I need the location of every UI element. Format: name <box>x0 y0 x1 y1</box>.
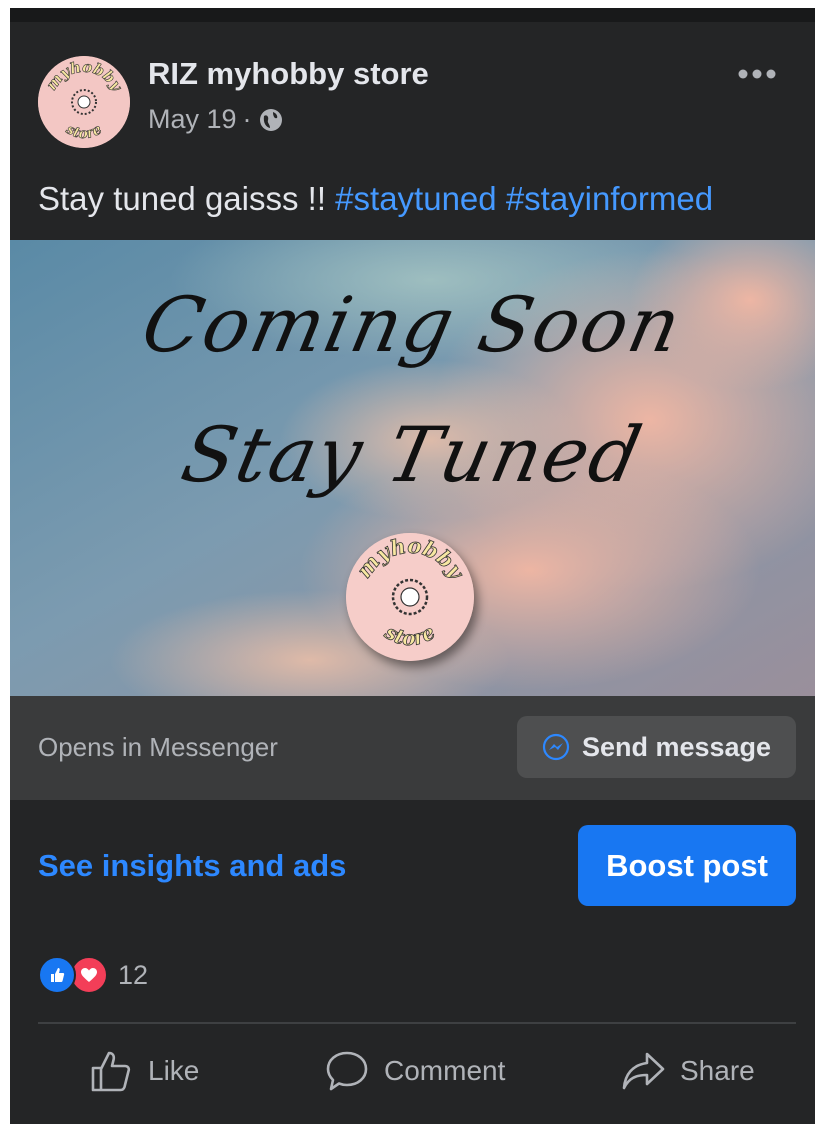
comment-label: Comment <box>384 1055 506 1086</box>
more-options-icon[interactable] <box>733 62 781 86</box>
reaction-count: 12 <box>118 959 149 990</box>
post-caption: Stay tuned gaisss !! #staytuned #stayinf… <box>38 180 713 218</box>
image-text-coming-soon: Coming Soon <box>134 280 691 369</box>
see-insights-link[interactable]: See insights and ads <box>38 848 346 884</box>
caption-text: Stay tuned gaisss !! <box>38 180 336 217</box>
meta-separator: · <box>242 104 252 134</box>
boost-post-button[interactable]: Boost post <box>578 825 796 906</box>
post-date[interactable]: May 19 <box>148 104 237 135</box>
post-card: myhobby store RIZ myhobby store May 19 ·… <box>10 8 815 1124</box>
post-image[interactable]: Coming Soon Stay Tuned myhobby store <box>10 240 815 696</box>
share-label: Share <box>680 1055 755 1086</box>
send-message-label: Send message <box>581 731 772 762</box>
comment-icon <box>326 1051 368 1091</box>
top-strip <box>10 8 815 22</box>
comment-button[interactable]: Comment <box>324 1048 505 1094</box>
opens-in-messenger-label: Opens in Messenger <box>38 732 278 762</box>
like-label: Like <box>148 1055 200 1086</box>
share-button[interactable]: Share <box>620 1048 755 1094</box>
like-reaction-icon <box>38 956 76 994</box>
image-text-stay-tuned: Stay Tuned <box>174 410 651 499</box>
thumbs-up-icon <box>91 1051 131 1092</box>
post-meta: May 19 · <box>148 104 284 135</box>
share-icon <box>622 1052 665 1090</box>
messenger-icon <box>542 733 570 761</box>
hashtag-stayinformed[interactable]: #stayinformed <box>506 180 713 217</box>
page-avatar[interactable]: myhobby store <box>38 56 130 148</box>
post-action-bar: Like Comment Share <box>10 1048 815 1100</box>
reactions-summary[interactable]: 12 <box>38 956 148 994</box>
action-divider <box>38 1022 796 1024</box>
image-store-logo: myhobby store <box>346 533 474 661</box>
messenger-cta-row: Opens in Messenger Send message <box>10 696 815 800</box>
globe-icon <box>259 108 282 131</box>
hashtag-staytuned[interactable]: #staytuned <box>335 180 496 217</box>
send-message-button[interactable]: Send message <box>517 716 796 778</box>
like-button[interactable]: Like <box>88 1048 199 1094</box>
page-name[interactable]: RIZ myhobby store <box>148 56 429 92</box>
